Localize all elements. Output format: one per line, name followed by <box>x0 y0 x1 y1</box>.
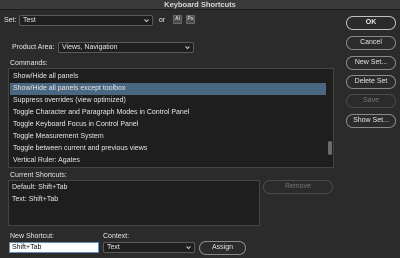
assign-button[interactable]: Assign <box>199 241 246 255</box>
product-area-value: Views, Navigation <box>62 44 118 51</box>
remove-button[interactable]: Remove <box>263 180 333 194</box>
cancel-button[interactable]: Cancel <box>346 36 396 50</box>
chevron-down-icon <box>186 246 191 250</box>
set-dropdown[interactable]: Test <box>19 15 153 26</box>
current-shortcuts-label: Current Shortcuts: <box>10 172 67 179</box>
command-item[interactable]: Toggle Keyboard Focus in Control Panel <box>10 119 326 131</box>
window-title: Keyboard Shortcuts <box>0 0 400 10</box>
chevron-down-icon <box>185 46 190 50</box>
context-value: Text <box>107 244 120 251</box>
command-item[interactable]: Toggle between current and previous view… <box>10 143 326 155</box>
photoshop-icon[interactable]: Ps <box>186 15 195 24</box>
command-item[interactable]: Toggle Character and Paragraph Modes in … <box>10 107 326 119</box>
commands-list[interactable]: Show/Hide all panels Show/Hide all panel… <box>8 68 334 168</box>
set-value: Test <box>23 17 36 24</box>
illustrator-icon[interactable]: Ai <box>173 15 182 24</box>
command-item[interactable]: Suppress overrides (view optimized) <box>10 95 326 107</box>
chevron-down-icon <box>144 19 149 23</box>
new-shortcut-input[interactable]: Shift+Tab <box>9 242 99 253</box>
ok-button[interactable]: OK <box>346 16 396 30</box>
commands-scrollbar[interactable] <box>328 71 332 165</box>
command-item[interactable]: Show/Hide all panels <box>10 71 326 83</box>
command-item-selected[interactable]: Show/Hide all panels except toolbox <box>10 83 326 95</box>
command-item[interactable]: Toggle Measurement System <box>10 131 326 143</box>
save-button[interactable]: Save <box>346 94 396 108</box>
product-area-dropdown[interactable]: Views, Navigation <box>58 42 194 53</box>
context-label: Context: <box>103 233 130 240</box>
shortcut-item[interactable]: Text: Shift+Tab <box>12 196 58 203</box>
context-dropdown[interactable]: Text <box>103 242 195 253</box>
command-item[interactable]: Vertical Ruler: Agates <box>10 155 326 167</box>
shortcut-item[interactable]: Default: Shift+Tab <box>12 184 67 191</box>
commands-label: Commands: <box>10 60 48 67</box>
or-label: or <box>159 17 166 24</box>
show-set-button[interactable]: Show Set... <box>346 114 396 128</box>
new-shortcut-label: New Shortcut: <box>10 233 54 240</box>
delete-set-button[interactable]: Delete Set <box>346 75 396 89</box>
set-label: Set: <box>4 17 17 24</box>
current-shortcuts-list[interactable]: Default: Shift+Tab Text: Shift+Tab <box>8 180 260 226</box>
scrollbar-thumb[interactable] <box>328 141 332 155</box>
new-set-button[interactable]: New Set... <box>346 56 396 70</box>
product-area-label: Product Area: <box>12 44 55 51</box>
